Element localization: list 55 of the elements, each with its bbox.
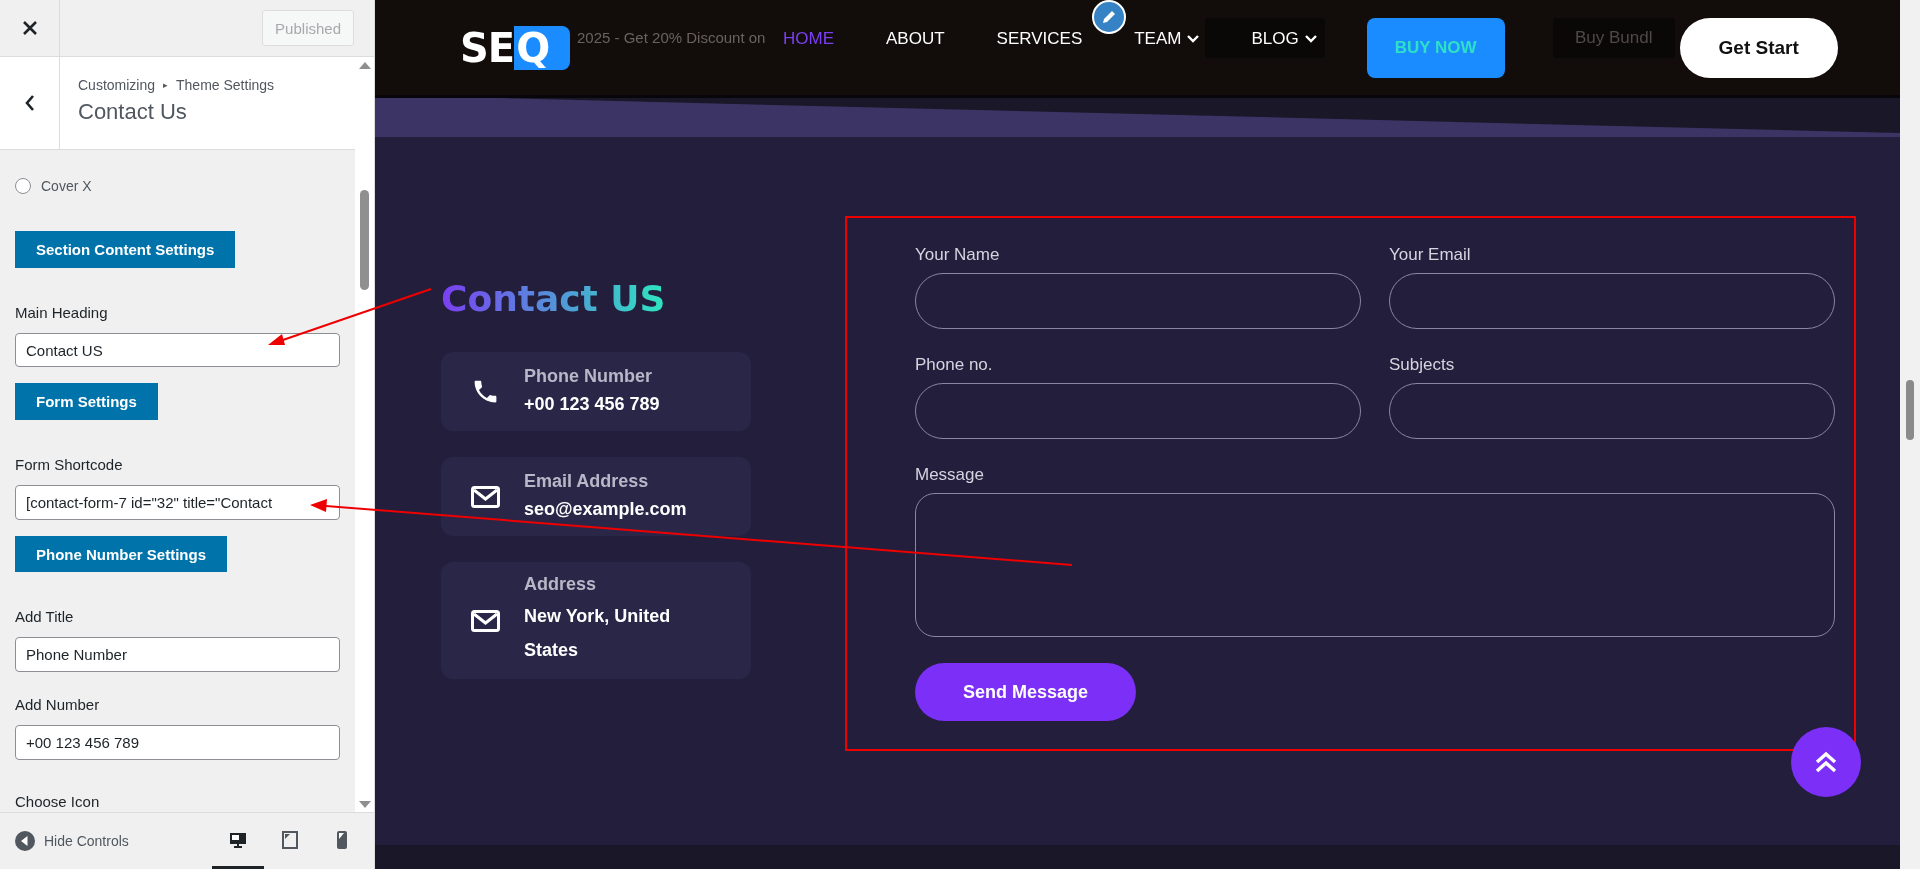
message-field[interactable] [915, 493, 1835, 637]
tablet-icon [281, 829, 299, 850]
card-value: seo@example.com [524, 498, 687, 521]
section-title: Contact Us [78, 99, 188, 125]
field-label: Add Title [15, 607, 74, 628]
envelope-icon [471, 485, 500, 508]
logo[interactable]: SEQ [460, 25, 575, 70]
card-title: Address [524, 574, 598, 595]
card-title: Phone Number [524, 366, 653, 387]
scroll-down-icon[interactable] [358, 800, 372, 810]
field-label: Form Shortcode [15, 455, 123, 476]
get-start-button[interactable]: Get Start [1679, 17, 1838, 78]
field-label: Choose Icon [15, 792, 100, 812]
section-button[interactable]: Form Settings [15, 383, 158, 421]
chevron-left-icon [24, 95, 35, 111]
envelope-icon [471, 609, 500, 632]
scrollbar-thumb[interactable] [360, 190, 369, 290]
nav-link[interactable]: ABOUT [886, 28, 945, 49]
promo-button[interactable] [1205, 18, 1325, 58]
scrollbar-thumb[interactable] [1906, 380, 1914, 440]
collapse-icon [15, 831, 35, 851]
input-field[interactable]: Phone Number [15, 637, 340, 673]
section-button[interactable]: Section Content Settings [15, 231, 236, 268]
nav-link[interactable]: TEAM [1134, 28, 1200, 49]
scrollbar[interactable] [355, 57, 374, 812]
mobile-icon [335, 829, 349, 850]
card-value: +00 123 456 789 [524, 393, 660, 416]
field-label: Message [915, 465, 985, 485]
section-button[interactable]: Phone Number Settings [15, 535, 228, 573]
field-label: Your Name [915, 245, 1001, 265]
nav-link[interactable]: BLOG [1251, 28, 1317, 49]
field-label: Main Heading [15, 302, 108, 323]
double-chevron-up-icon [1813, 749, 1839, 775]
field-label: Subjects [1389, 355, 1456, 375]
radio-label: Cover X [41, 178, 92, 194]
card-value: New York, United States [524, 605, 672, 662]
field-label: Add Number [15, 695, 100, 716]
scroll-up-icon[interactable] [358, 60, 372, 70]
nav-link[interactable]: HOME [783, 28, 834, 49]
radio-button[interactable] [15, 178, 31, 194]
input-field[interactable]: [contact-form-7 id="32" title="Contact [15, 485, 340, 520]
hide-controls-button[interactable]: Hide Controls [15, 831, 129, 851]
card-title: Email Address [524, 471, 650, 492]
nav-link[interactable]: SERVICES [996, 28, 1083, 49]
breadcrumb-current: Theme Settings [176, 77, 275, 93]
pencil-icon[interactable] [1092, 0, 1126, 34]
send-message-button[interactable]: Send Message [915, 663, 1136, 721]
field-label: Your Email [1389, 245, 1472, 265]
field-label: Phone no. [915, 355, 994, 375]
promo-text: 2025 - Get 20% Discount on [577, 29, 766, 46]
scrollbar[interactable] [1900, 0, 1920, 869]
input-field[interactable]: +00 123 456 789 [15, 725, 340, 760]
close-icon [22, 21, 37, 35]
breadcrumb-separator: ▸ [163, 80, 169, 90]
input-field[interactable]: Contact US [15, 332, 340, 368]
